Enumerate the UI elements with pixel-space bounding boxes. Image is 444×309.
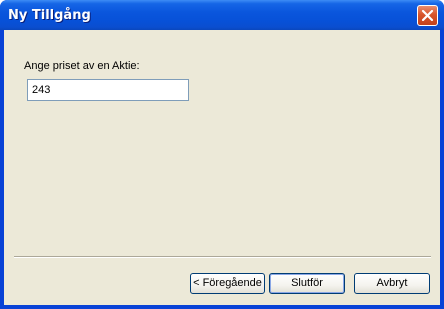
- dialog-window: Ny Tillgång Ange priset av en Aktie: < F…: [0, 0, 444, 309]
- title-bar[interactable]: Ny Tillgång: [0, 0, 444, 30]
- button-divider: [14, 256, 431, 258]
- window-title: Ny Tillgång: [8, 8, 91, 23]
- finish-button[interactable]: Slutför: [269, 273, 345, 294]
- price-input[interactable]: [27, 79, 189, 101]
- close-button[interactable]: [417, 5, 438, 26]
- previous-button[interactable]: < Föregående: [190, 273, 265, 294]
- close-icon: [421, 9, 434, 22]
- price-prompt-label: Ange priset av en Aktie:: [24, 60, 140, 72]
- dialog-body: Ange priset av en Aktie: < Föregående Sl…: [4, 30, 440, 305]
- cancel-button[interactable]: Avbryt: [354, 273, 430, 294]
